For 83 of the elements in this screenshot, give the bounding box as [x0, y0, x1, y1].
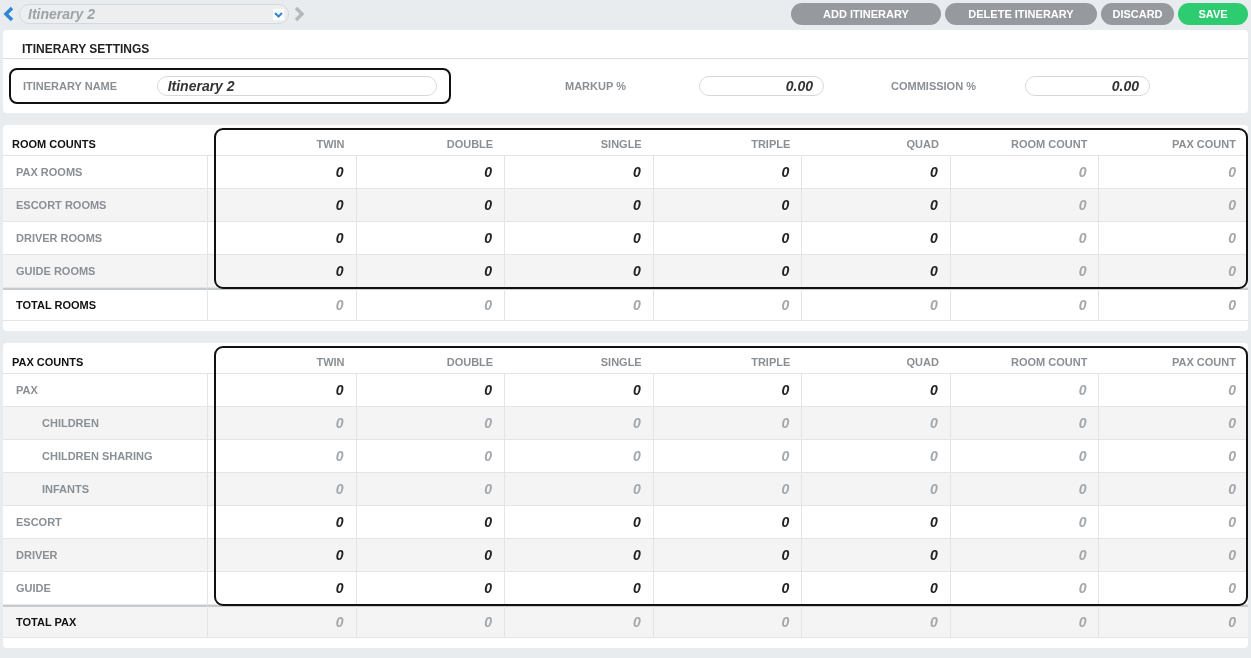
table-title: PAX COUNTS [3, 343, 208, 374]
table-cell: 0 [1099, 255, 1248, 288]
table-cell: 0 [1099, 288, 1248, 321]
table-cell: 0 [950, 473, 1100, 506]
table-cell[interactable]: 0 [802, 539, 951, 572]
column-header: SINGLE [505, 125, 654, 156]
row-label: TOTAL ROOMS [3, 288, 208, 321]
table-cell: 0 [950, 255, 1100, 288]
table-cell: 0 [653, 473, 803, 506]
section-title: ITINERARY SETTINGS [3, 30, 1248, 59]
table-cell[interactable]: 0 [653, 255, 803, 288]
table-cell: 0 [802, 407, 951, 440]
table-cell[interactable]: 0 [356, 255, 506, 288]
table-cell: 0 [356, 288, 506, 321]
table-cell: 0 [505, 473, 654, 506]
table-cell: 0 [208, 407, 357, 440]
table-cell: 0 [1099, 407, 1248, 440]
column-header: ROOM COUNT [950, 343, 1100, 374]
table-cell[interactable]: 0 [505, 572, 654, 605]
table-cell[interactable]: 0 [802, 189, 951, 222]
table-cell: 0 [950, 539, 1100, 572]
column-header: TRIPLE [653, 125, 803, 156]
table-cell: 0 [802, 473, 951, 506]
table-cell: 0 [802, 288, 951, 321]
table-cell[interactable]: 0 [802, 255, 951, 288]
table-cell: 0 [950, 189, 1100, 222]
table-cell[interactable]: 0 [208, 255, 357, 288]
table-cell: 0 [653, 407, 803, 440]
field-label: COMMISSION % [891, 80, 977, 92]
row-label: INFANTS [3, 473, 208, 506]
table-cell[interactable]: 0 [505, 255, 654, 288]
table-cell[interactable]: 0 [802, 572, 951, 605]
row-label: TOTAL PAX [3, 605, 208, 638]
table-cell[interactable]: 0 [653, 572, 803, 605]
field-label: MARKUP % [565, 80, 627, 92]
column-header: TRIPLE [653, 343, 803, 374]
table-cell: 0 [208, 473, 357, 506]
column-header: PAX COUNT [1099, 125, 1248, 156]
column-header: ROOM COUNT [950, 125, 1100, 156]
column-header: DOUBLE [356, 125, 506, 156]
column-header: PAX COUNT [1099, 343, 1248, 374]
table-cell[interactable]: 0 [356, 539, 506, 572]
table-cell: 0 [356, 473, 506, 506]
table-cell: 0 [356, 605, 506, 638]
table-cell: 0 [653, 288, 803, 321]
row-label: GUIDE ROOMS [3, 255, 208, 288]
table-cell[interactable]: 0 [505, 539, 654, 572]
table-cell: 0 [802, 605, 951, 638]
column-header: DOUBLE [356, 343, 506, 374]
table-cell: 0 [505, 288, 654, 321]
table-cell: 0 [950, 605, 1100, 638]
table-cell[interactable]: 0 [505, 189, 654, 222]
table-cell: 0 [1099, 605, 1248, 638]
table-cell: 0 [356, 407, 506, 440]
row-label: DRIVER [3, 539, 208, 572]
table-cell[interactable]: 0 [653, 189, 803, 222]
column-header: QUAD [802, 343, 951, 374]
table-cell: 0 [1099, 572, 1248, 605]
table-cell[interactable]: 0 [356, 572, 506, 605]
table-cell: 0 [950, 288, 1100, 321]
table-cell[interactable]: 0 [653, 539, 803, 572]
table-cell[interactable]: 0 [208, 189, 357, 222]
table-cell: 0 [1099, 189, 1248, 222]
table-cell: 0 [950, 572, 1100, 605]
row-label: ESCORT ROOMS [3, 189, 208, 222]
column-header: SINGLE [505, 343, 654, 374]
chevron-down-icon [273, 8, 284, 20]
table-cell: 0 [1099, 473, 1248, 506]
table-cell: 0 [950, 407, 1100, 440]
column-header: TWIN [208, 343, 357, 374]
field-label: ITINERARY NAME [23, 80, 119, 92]
table-cell: 0 [653, 605, 803, 638]
row-label: CHILDREN [3, 407, 208, 440]
column-header: TWIN [208, 125, 357, 156]
table-title: ROOM COUNTS [3, 125, 208, 156]
table-cell[interactable]: 0 [208, 539, 357, 572]
table-cell: 0 [1099, 539, 1248, 572]
table-cell: 0 [505, 605, 654, 638]
table-cell: 0 [505, 407, 654, 440]
table-cell[interactable]: 0 [356, 189, 506, 222]
table-cell: 0 [208, 288, 357, 321]
table-cell: 0 [208, 605, 357, 638]
column-header: QUAD [802, 125, 951, 156]
